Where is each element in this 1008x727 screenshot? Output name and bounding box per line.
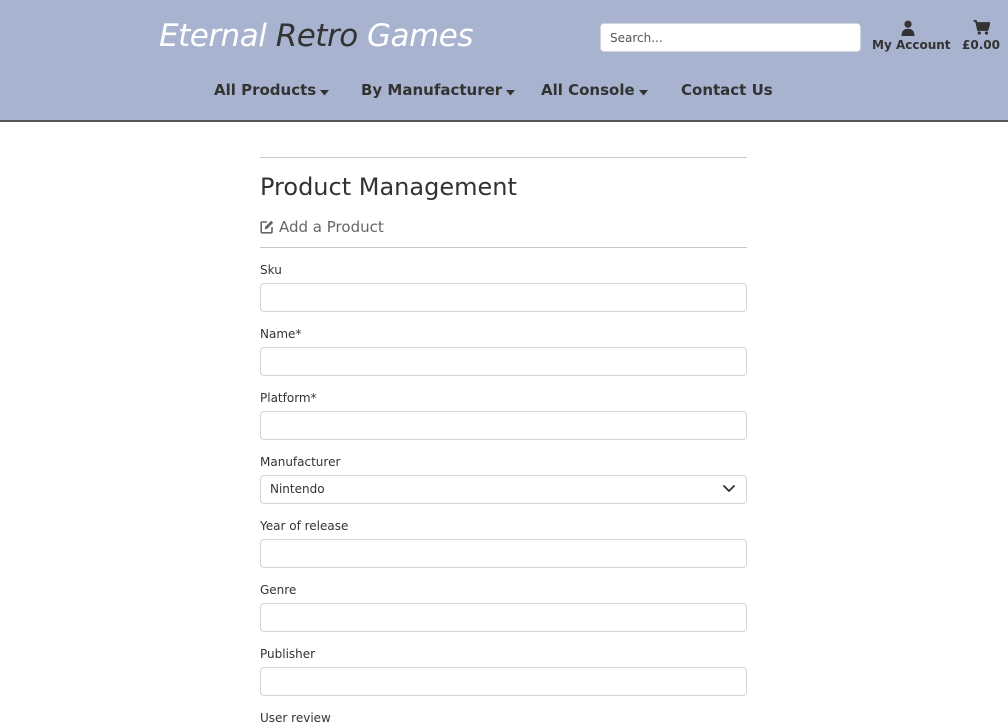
logo-word-eternal: Eternal (159, 18, 267, 54)
nav-item-label: Contact Us (681, 81, 773, 99)
top-divider (260, 157, 747, 158)
publisher-label: Publisher (260, 647, 316, 661)
nav-by-manufacturer[interactable]: By Manufacturer (361, 81, 516, 100)
sku-input[interactable] (260, 283, 747, 312)
name-label: Name* (260, 327, 302, 341)
nav-item-label: By Manufacturer (361, 81, 503, 99)
bag-total: £0.00 (962, 38, 1000, 52)
field-user-review: User review (260, 711, 747, 727)
page-title: Product Management (260, 173, 517, 201)
add-product-form: Sku Name* Platform* Manufacturer Nintend… (260, 263, 747, 727)
field-manufacturer: Manufacturer Nintendo (260, 455, 747, 504)
caret-down-icon (506, 82, 516, 100)
publisher-input[interactable] (260, 667, 747, 696)
caret-down-icon (638, 82, 648, 100)
platform-input[interactable] (260, 411, 747, 440)
site-logo[interactable]: Eternal Retro Games (159, 18, 473, 54)
user-icon (872, 20, 944, 38)
year-input[interactable] (260, 539, 747, 568)
my-account-link[interactable]: My Account (872, 20, 951, 52)
logo-word-games: Games (367, 18, 473, 54)
search-input[interactable] (600, 23, 861, 52)
year-label: Year of release (260, 519, 349, 533)
shopping-bag-link[interactable]: £0.00 (960, 20, 1002, 52)
field-year-of-release: Year of release (260, 519, 747, 568)
nav-item-label: All Products (214, 81, 317, 99)
site-header: Eternal Retro Games My Account £0.00 All… (0, 0, 1008, 122)
main-content: Product Management Add a Product Sku Nam… (260, 157, 747, 727)
subtitle-divider (260, 247, 747, 248)
logo-word-retro: Retro (275, 18, 358, 54)
nav-contact-us[interactable]: Contact Us (681, 81, 773, 99)
field-platform: Platform* (260, 391, 747, 440)
section-subtitle: Add a Product (260, 217, 747, 237)
field-sku: Sku (260, 263, 747, 312)
genre-label: Genre (260, 583, 297, 597)
name-input[interactable] (260, 347, 747, 376)
edit-icon (260, 218, 279, 236)
caret-down-icon (320, 82, 330, 100)
manufacturer-selected-value: Nintendo (260, 475, 747, 504)
chevron-down-icon (723, 485, 735, 493)
user-review-label: User review (260, 711, 331, 725)
field-publisher: Publisher (260, 647, 747, 696)
cart-icon (960, 20, 1002, 38)
my-account-label: My Account (872, 38, 951, 52)
nav-all-console[interactable]: All Console (541, 81, 648, 100)
nav-item-label: All Console (541, 81, 635, 99)
platform-label: Platform* (260, 391, 317, 405)
field-name: Name* (260, 327, 747, 376)
field-genre: Genre (260, 583, 747, 632)
main-nav: All Products By Manufacturer All Console… (0, 81, 1008, 101)
manufacturer-select[interactable]: Nintendo (260, 475, 747, 504)
manufacturer-label: Manufacturer (260, 455, 341, 469)
genre-input[interactable] (260, 603, 747, 632)
subtitle-label: Add a Product (279, 218, 384, 236)
sku-label: Sku (260, 263, 282, 277)
nav-all-products[interactable]: All Products (214, 81, 330, 100)
